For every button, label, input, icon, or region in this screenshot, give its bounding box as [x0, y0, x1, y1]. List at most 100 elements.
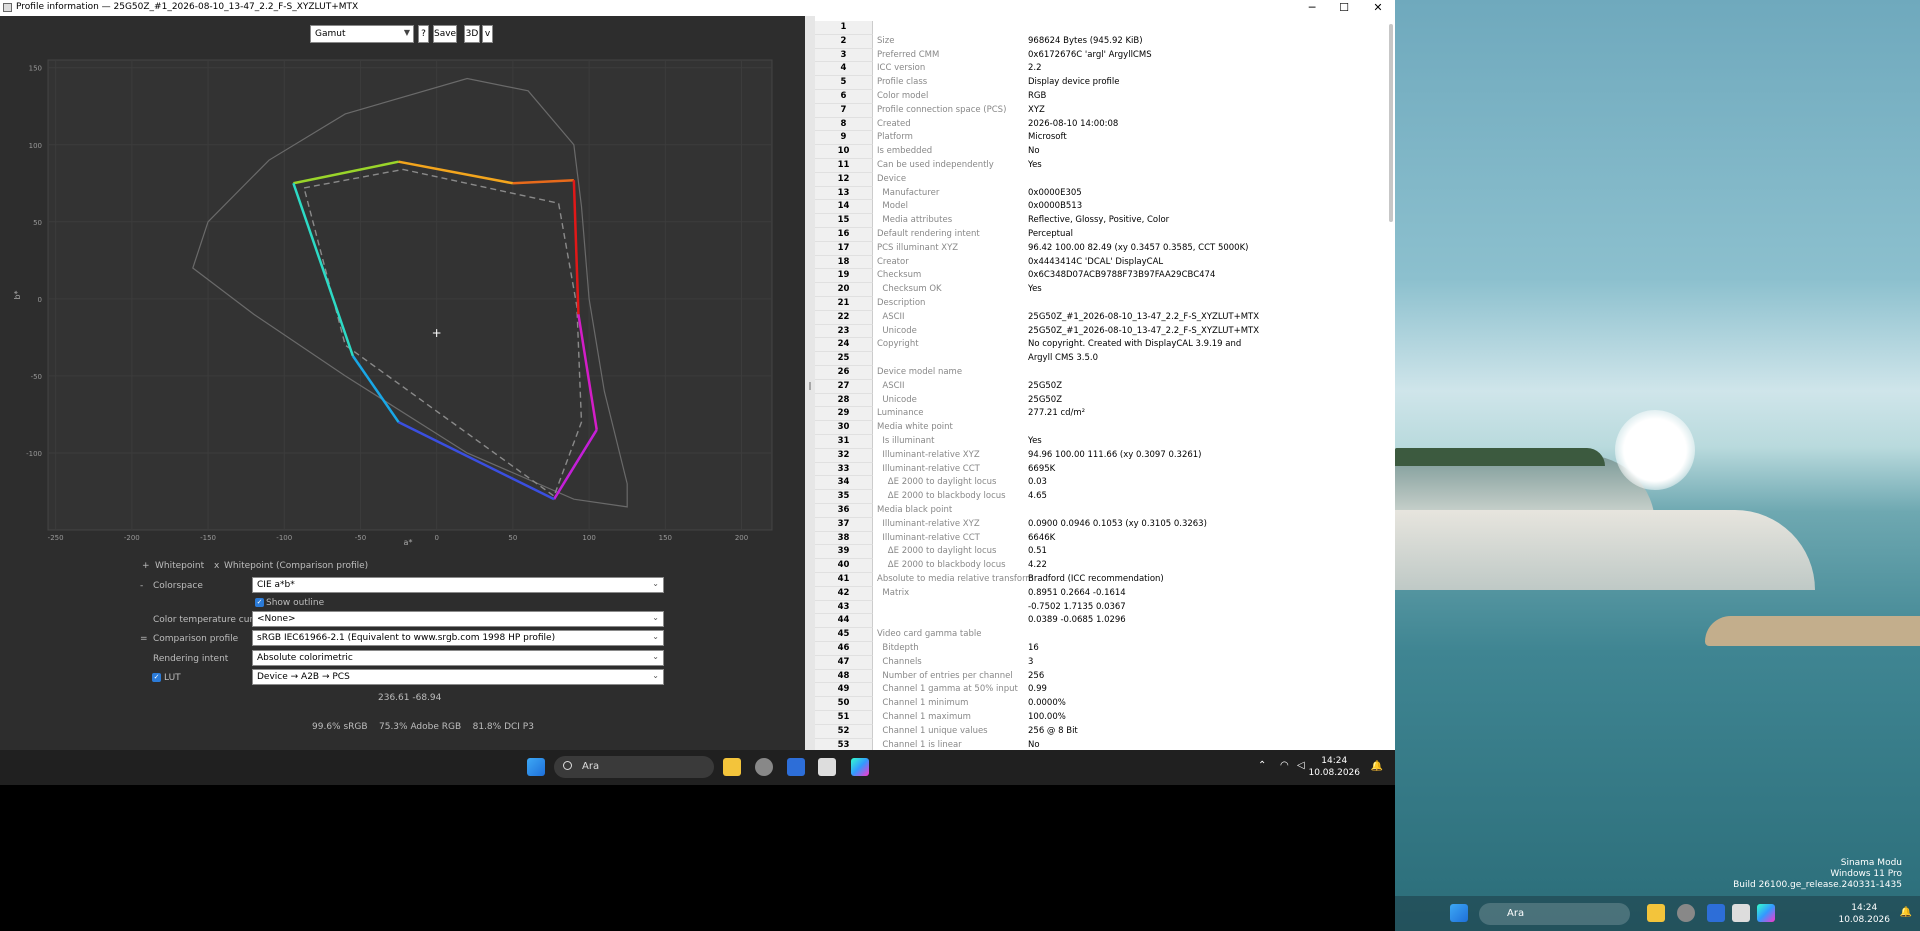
info-row[interactable]: 4 ICC version 2.2: [815, 62, 1385, 77]
displaycal-icon[interactable]: [851, 758, 869, 776]
info-row[interactable]: 50 Channel 1 minimum 0.0000%: [815, 697, 1385, 711]
info-row[interactable]: 19 Checksum 0x6C348D07ACB9788F73B97FAA29CB…: [815, 269, 1385, 284]
info-row[interactable]: 36 Media black point: [815, 504, 1385, 518]
info-row[interactable]: 6 Color model RGB: [815, 90, 1385, 104]
gamut-plot[interactable]: -250 -200 -150 -100 -50 0 50 100 150 200 150 100 50…: [0, 50, 805, 550]
info-row[interactable]: 41 Absolute to media relative transform Br…: [815, 573, 1385, 587]
tray-chevron-icon[interactable]: ⌃: [1258, 760, 1266, 771]
info-row[interactable]: 14 Model 0x0000B513: [815, 200, 1385, 215]
volume-icon[interactable]: ◁: [1297, 760, 1305, 771]
profile-info-table[interactable]: 1 2 Size 968624 Bytes (945.92 KiB) 3 Preferre…: [815, 16, 1395, 753]
info-row[interactable]: 2 Size 968624 Bytes (945.92 KiB): [815, 34, 1385, 49]
info-row[interactable]: 22 ASCII 25G50Z_#1_2026-08-10_13-47_2.2_F…: [815, 310, 1385, 325]
desktop-wallpaper: Sinama Modu Windows 11 Pro Build 26100.g…: [1395, 0, 1920, 931]
info-row[interactable]: 44 0.0389 -0.0685 1.0296: [815, 614, 1385, 629]
info-row[interactable]: 12 Device: [815, 172, 1385, 187]
info-row[interactable]: 5 Profile class Display device profile: [815, 76, 1385, 90]
whitepoint-marker: +: [142, 561, 150, 571]
comparison-toggle[interactable]: =: [140, 634, 148, 644]
info-row[interactable]: 18 Creator 0x4443414C 'DCAL' DisplayCAL: [815, 255, 1385, 270]
file-explorer-icon[interactable]: [1647, 904, 1665, 922]
info-row[interactable]: 48 Number of entries per channel 256: [815, 669, 1385, 684]
info-row[interactable]: 32 Illuminant-relative XYZ 94.96 100.00 1…: [815, 448, 1385, 463]
close-button[interactable]: ✕: [1361, 0, 1395, 16]
clock[interactable]: 14:24 10.08.2026: [1308, 755, 1360, 779]
comparison-select[interactable]: sRGB IEC61966-2.1 (Equivalent to www.srg…: [252, 630, 664, 646]
info-row[interactable]: 35 ΔE 2000 to blackbody locus 4.65: [815, 490, 1385, 504]
info-row[interactable]: 21 Description: [815, 297, 1385, 311]
options-button[interactable]: v: [482, 25, 493, 43]
pane-splitter[interactable]: ‖: [805, 16, 815, 750]
wifi-icon[interactable]: ◠: [1280, 760, 1289, 771]
settings-icon[interactable]: [755, 758, 773, 776]
app-icon-blue[interactable]: [787, 758, 805, 776]
info-row[interactable]: 49 Channel 1 gamma at 50% input 0.99: [815, 683, 1385, 698]
minimize-button[interactable]: ─: [1295, 0, 1329, 16]
lut-select[interactable]: Device → A2B → PCS ⌄: [252, 669, 664, 685]
taskbar-search-secondary[interactable]: Ara: [1479, 903, 1630, 925]
row-key: Illuminant-relative CCT: [877, 532, 980, 543]
clock-secondary[interactable]: 14:24 10.08.2026: [1838, 902, 1890, 926]
ctc-select[interactable]: <None> ⌄: [252, 611, 664, 627]
info-row[interactable]: 52 Channel 1 unique values 256 @ 8 Bit: [815, 724, 1385, 739]
info-row[interactable]: 27 ASCII 25G50Z: [815, 379, 1385, 394]
info-row[interactable]: 20 Checksum OK Yes: [815, 283, 1385, 297]
info-row[interactable]: 33 Illuminant-relative CCT 6695K: [815, 462, 1385, 477]
help-button[interactable]: ?: [418, 25, 429, 43]
view-select[interactable]: Gamut ▼: [310, 25, 414, 43]
info-row[interactable]: 1: [815, 21, 1385, 35]
start-icon[interactable]: [527, 758, 545, 776]
info-row[interactable]: 45 Video card gamma table: [815, 628, 1385, 642]
info-row[interactable]: 43 -0.7502 1.7135 0.0367: [815, 600, 1385, 615]
info-row[interactable]: 51 Channel 1 maximum 100.00%: [815, 711, 1385, 725]
file-explorer-icon[interactable]: [723, 758, 741, 776]
info-row[interactable]: 29 Luminance 277.21 cd/m²: [815, 407, 1385, 422]
app-icon-blue[interactable]: [1707, 904, 1725, 922]
vertical-scrollbar[interactable]: [1389, 24, 1393, 222]
3d-button[interactable]: 3D: [464, 25, 480, 43]
row-value: Argyll CMS 3.5.0: [1028, 353, 1099, 364]
info-row[interactable]: 40 ΔE 2000 to blackbody locus 4.22: [815, 559, 1385, 573]
app-icon-terminal[interactable]: [1732, 904, 1750, 922]
maximize-button[interactable]: ☐: [1327, 0, 1361, 16]
info-row[interactable]: 28 Unicode 25G50Z: [815, 393, 1385, 408]
info-row[interactable]: 24 Copyright No copyright. Created with Di…: [815, 338, 1385, 353]
show-outline-checkbox[interactable]: ✓: [255, 598, 264, 607]
info-row[interactable]: 42 Matrix 0.8951 0.2664 -0.1614: [815, 586, 1385, 601]
info-row[interactable]: 9 Platform Microsoft: [815, 131, 1385, 146]
info-row[interactable]: 30 Media white point: [815, 421, 1385, 435]
settings-icon[interactable]: [1677, 904, 1695, 922]
displaycal-icon[interactable]: [1757, 904, 1775, 922]
taskbar-search[interactable]: Ara: [554, 756, 714, 778]
row-number: 27: [815, 379, 873, 394]
info-row[interactable]: 31 Is illuminant Yes: [815, 435, 1385, 449]
info-row[interactable]: 46 Bitdepth 16: [815, 642, 1385, 656]
info-row[interactable]: 47 Channels 3: [815, 655, 1385, 670]
info-row[interactable]: 10 Is embedded No: [815, 145, 1385, 159]
info-row[interactable]: 3 Preferred CMM 0x6172676C 'argl' ArgyllCM…: [815, 48, 1385, 63]
row-value: 25G50Z_#1_2026-08-10_13-47_2.2_F-S_XYZLU…: [1028, 325, 1260, 336]
start-icon[interactable]: [1450, 904, 1468, 922]
info-row[interactable]: 11 Can be used independently Yes: [815, 159, 1385, 173]
info-row[interactable]: 26 Device model name: [815, 366, 1385, 380]
info-row[interactable]: 13 Manufacturer 0x0000E305: [815, 186, 1385, 201]
colorspace-toggle[interactable]: -: [140, 581, 143, 591]
info-row[interactable]: 37 Illuminant-relative XYZ 0.0900 0.0946 …: [815, 517, 1385, 532]
info-row[interactable]: 8 Created 2026-08-10 14:00:08: [815, 117, 1385, 132]
info-row[interactable]: 16 Default rendering intent Perceptual: [815, 228, 1385, 242]
info-row[interactable]: 39 ΔE 2000 to daylight locus 0.51: [815, 545, 1385, 560]
notification-icon[interactable]: 🔔: [1371, 761, 1383, 772]
app-icon-terminal[interactable]: [818, 758, 836, 776]
info-row[interactable]: 15 Media attributes Reflective, Glossy, P…: [815, 214, 1385, 228]
colorspace-select[interactable]: CIE a*b* ⌄: [252, 577, 664, 593]
info-row[interactable]: 7 Profile connection space (PCS) XYZ: [815, 103, 1385, 118]
lut-checkbox[interactable]: ✓: [152, 673, 161, 682]
notification-icon[interactable]: 🔔: [1900, 907, 1912, 918]
info-row[interactable]: 34 ΔE 2000 to daylight locus 0.03: [815, 476, 1385, 491]
info-row[interactable]: 25 Argyll CMS 3.5.0: [815, 352, 1385, 366]
info-row[interactable]: 38 Illuminant-relative CCT 6646K: [815, 531, 1385, 546]
info-row[interactable]: 17 PCS illuminant XYZ 96.42 100.00 82.49 (…: [815, 241, 1385, 256]
info-row[interactable]: 23 Unicode 25G50Z_#1_2026-08-10_13-47_2.2…: [815, 324, 1385, 339]
save-button[interactable]: Save: [433, 25, 457, 43]
intent-select[interactable]: Absolute colorimetric ⌄: [252, 650, 664, 666]
